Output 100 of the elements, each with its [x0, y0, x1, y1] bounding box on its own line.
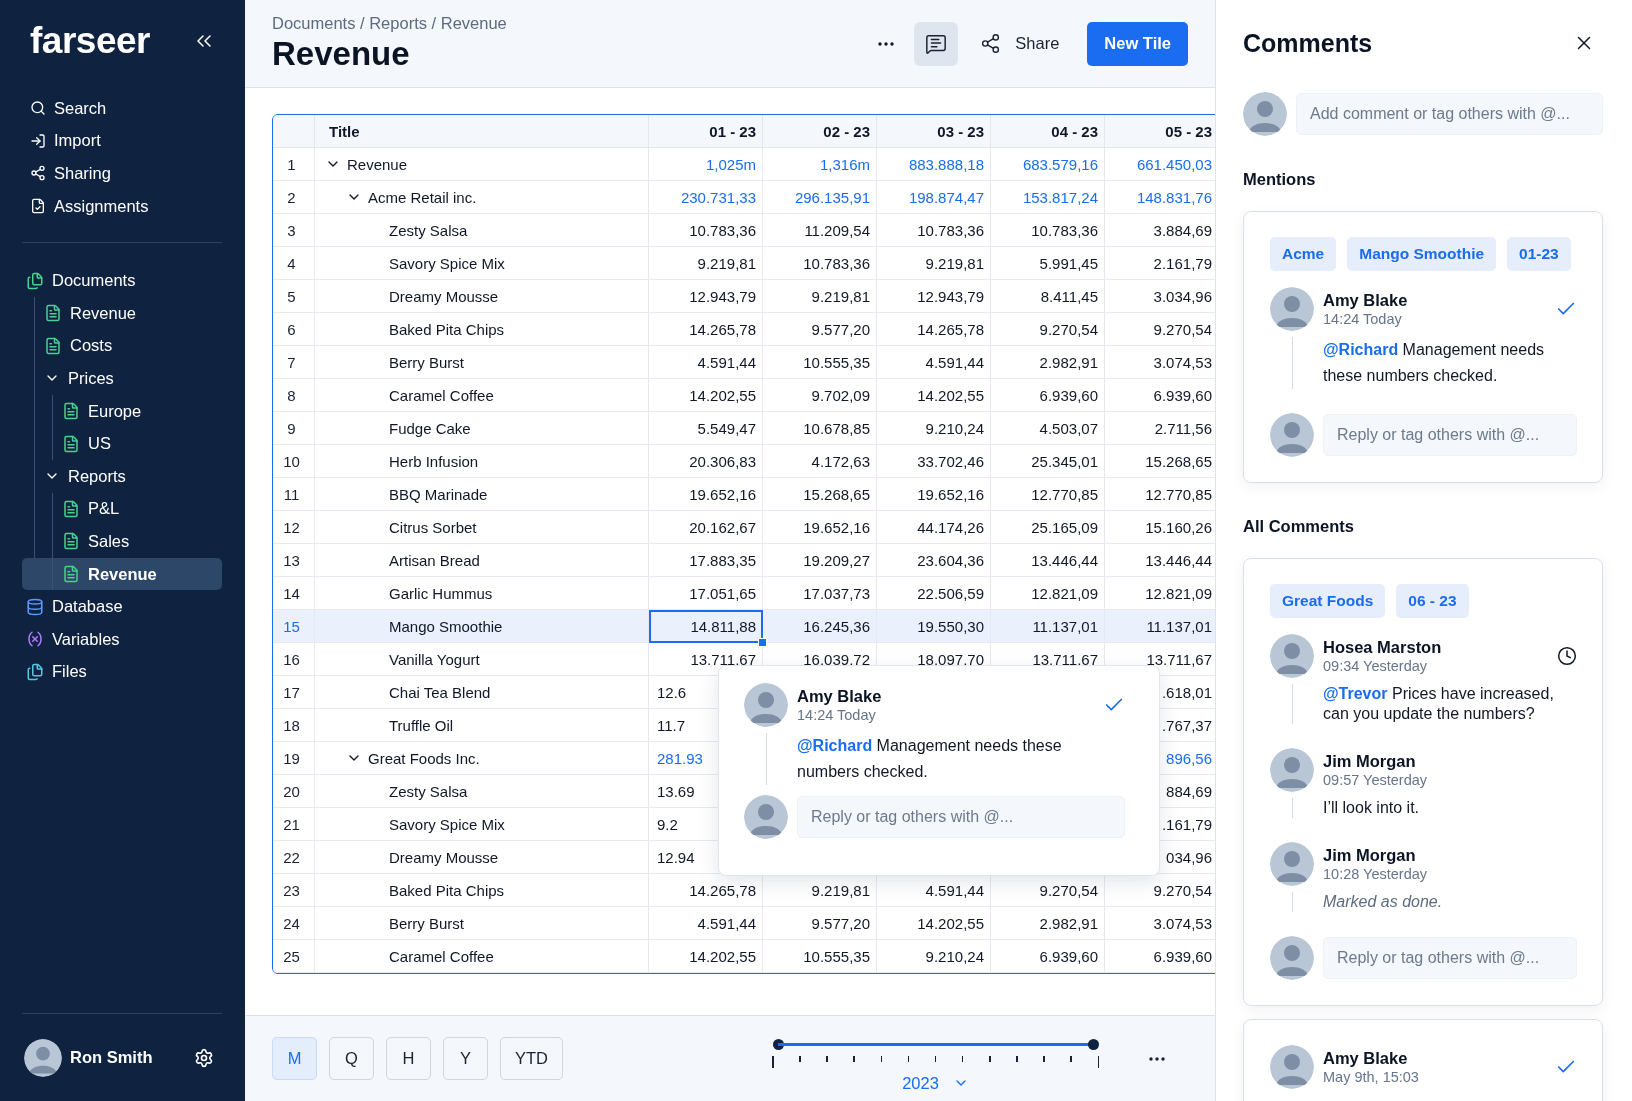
sidebar-item[interactable]: Files	[22, 655, 222, 689]
table-cell: 9.577,20	[763, 907, 877, 940]
row-title[interactable]: Zesty Salsa	[315, 214, 649, 247]
period-button[interactable]: YTD	[500, 1037, 563, 1080]
sidebar-item[interactable]: US	[22, 427, 222, 460]
row-title[interactable]: Citrus Sorbet	[315, 511, 649, 544]
row-number: 11	[273, 478, 315, 511]
nav-item[interactable]: Assignments	[22, 189, 222, 223]
column-header: 04 - 23	[991, 115, 1105, 148]
sidebar-item[interactable]: Variables	[22, 622, 222, 656]
comment-field[interactable]: Add comment or tag others with @...	[1296, 93, 1603, 135]
table-cell: 23.604,36	[877, 544, 991, 577]
row-number: 6	[273, 313, 315, 346]
tag[interactable]: Mango Smoothie	[1347, 237, 1497, 271]
row-title[interactable]: Truffle Oil	[315, 709, 649, 742]
period-button[interactable]: Y	[443, 1037, 488, 1080]
row-title[interactable]: Mango Smoothie	[315, 610, 649, 643]
row-title[interactable]: Revenue	[315, 148, 649, 181]
row-title[interactable]: Zesty Salsa	[315, 775, 649, 808]
row-title[interactable]: Dreamy Mousse	[315, 841, 649, 874]
table-cell: 19.550,30	[877, 610, 991, 643]
row-number: 17	[273, 676, 315, 709]
row-title[interactable]: Baked Pita Chips	[315, 874, 649, 907]
table-cell: 25.165,09	[991, 511, 1105, 544]
sidebar-item[interactable]: Costs	[22, 329, 222, 363]
comment-time: 14:24 Today	[797, 707, 877, 723]
row-title[interactable]: Caramel Coffee	[315, 379, 649, 412]
nav-item[interactable]: Sharing	[22, 157, 222, 190]
sidebar-item[interactable]: Sales	[22, 525, 222, 558]
row-title[interactable]: Berry Burst	[315, 346, 649, 379]
reply-field[interactable]: Reply or tag others with @...	[1323, 937, 1577, 979]
column-header: Title	[315, 115, 649, 148]
comment-text: @Trevor Prices have increased, can you update the numbers?	[1323, 684, 1555, 724]
row-title[interactable]: Acme Retail inc.	[315, 181, 649, 214]
column-header: 05 - 23	[1105, 115, 1215, 148]
row-number: 2	[273, 181, 315, 214]
sidebar-item[interactable]: Reports	[22, 459, 222, 493]
table-cell: 883.888,18	[877, 148, 991, 181]
sidebar-item[interactable]: Documents	[22, 264, 222, 297]
row-title[interactable]: Garlic Hummus	[315, 577, 649, 610]
period-button[interactable]: Q	[329, 1037, 374, 1080]
row-title[interactable]: Great Foods Inc.	[315, 742, 649, 775]
table-cell: 19.652,16	[877, 478, 991, 511]
comment-author: Jim Morgan	[1323, 846, 1417, 865]
period-button[interactable]: M	[272, 1037, 317, 1080]
comment-author: Amy Blake	[1323, 291, 1409, 310]
table-cell: 44.174,26	[877, 511, 991, 544]
sidebar-item[interactable]: Europe	[22, 394, 222, 428]
column-header: 03 - 23	[877, 115, 991, 148]
row-title[interactable]: Fudge Cake	[315, 412, 649, 445]
table-cell: 10.783,36	[649, 214, 763, 247]
table-cell: 4.591,44	[649, 346, 763, 379]
row-title[interactable]: Vanilla Yogurt	[315, 643, 649, 676]
new-tile-button[interactable]: New Tile	[1087, 21, 1188, 66]
sidebar-item[interactable]: Revenue	[22, 296, 222, 330]
tag[interactable]: Acme	[1270, 237, 1337, 271]
page-title: Revenue	[272, 35, 411, 73]
table-cell: 20.306,83	[649, 445, 763, 478]
reply-field[interactable]: Reply or tag others with @...	[797, 796, 1125, 838]
table-cell: 230.731,33	[649, 181, 763, 214]
row-title[interactable]: Baked Pita Chips	[315, 313, 649, 346]
section-heading: All Comments	[1243, 517, 1355, 536]
row-number: 15	[273, 610, 315, 643]
row-title[interactable]: Berry Burst	[315, 907, 649, 940]
row-title[interactable]: Artisan Bread	[315, 544, 649, 577]
period-button[interactable]: H	[386, 1037, 431, 1080]
nav-item[interactable]: Search	[22, 92, 222, 125]
row-title[interactable]: Savory Spice Mix	[315, 808, 649, 841]
row-title[interactable]: Savory Spice Mix	[315, 247, 649, 280]
row-title[interactable]: BBQ Marinade	[315, 478, 649, 511]
table-cell: 13.446,44	[991, 544, 1105, 577]
sidebar-item[interactable]: Prices	[22, 362, 222, 395]
sidebar-item[interactable]: P&L	[22, 492, 222, 526]
row-title[interactable]: Dreamy Mousse	[315, 280, 649, 313]
table-cell: 20.162,67	[649, 511, 763, 544]
reply-field[interactable]: Reply or tag others with @...	[1323, 414, 1577, 456]
table-cell: 198.874,47	[877, 181, 991, 214]
year-dropdown[interactable]: 2023	[902, 1073, 969, 1093]
tag[interactable]: Great Foods	[1270, 584, 1386, 618]
table-cell: 33.702,46	[877, 445, 991, 478]
nav-item[interactable]: Import	[22, 124, 222, 158]
row-number: 4	[273, 247, 315, 280]
table-cell: 10.555,35	[763, 940, 877, 973]
table-cell: 14.202,55	[649, 940, 763, 973]
row-title[interactable]: Caramel Coffee	[315, 940, 649, 973]
tag[interactable]: 01-23	[1507, 237, 1571, 271]
table-cell: 9.219,81	[763, 280, 877, 313]
table-cell: 17.883,35	[649, 544, 763, 577]
table-cell: 19.652,16	[763, 511, 877, 544]
table-cell: 9.219,81	[649, 247, 763, 280]
table-cell: 19.652,16	[649, 478, 763, 511]
sidebar-item[interactable]: Database	[22, 590, 222, 623]
table-cell: 9.270,54	[991, 313, 1105, 346]
tag[interactable]: 06 - 23	[1396, 584, 1469, 618]
row-title[interactable]: Herb Infusion	[315, 445, 649, 478]
sidebar-item[interactable]: Revenue	[22, 557, 222, 591]
share-button[interactable]: Share	[980, 33, 1060, 54]
table-cell: 9.219,81	[877, 247, 991, 280]
table-cell: 1,316m	[763, 148, 877, 181]
row-title[interactable]: Chai Tea Blend	[315, 676, 649, 709]
